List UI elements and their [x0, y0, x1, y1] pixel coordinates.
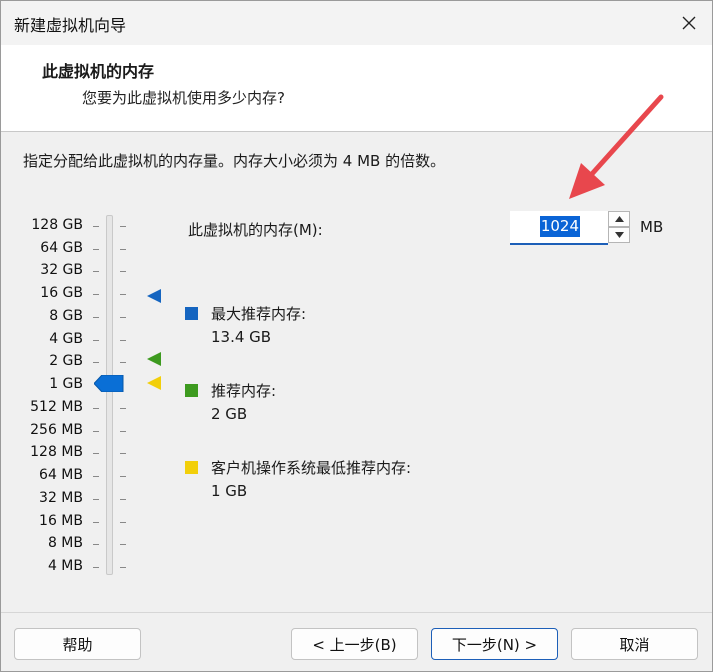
max-recommended-marker-icon [147, 289, 161, 303]
tick [120, 408, 126, 409]
new-vm-wizard-window: 新建虚拟机向导 此虚拟机的内存 您要为此虚拟机使用多少内存? 指定分配给此虚拟机… [0, 0, 713, 672]
title-bar: 新建虚拟机向导 [1, 1, 712, 45]
tick [93, 362, 99, 363]
scale-label: 8 GB [49, 308, 83, 324]
chevron-down-icon [614, 232, 624, 238]
page-subtitle: 您要为此虚拟机使用多少内存? [82, 89, 285, 107]
scale-label: 4 GB [49, 331, 83, 347]
tick [120, 226, 126, 227]
chevron-up-icon [614, 216, 624, 222]
spin-up-button[interactable] [608, 211, 630, 227]
memory-label: 此虚拟机的内存(M): [188, 221, 323, 239]
close-icon [682, 16, 696, 30]
window-title: 新建虚拟机向导 [14, 16, 127, 35]
tick [93, 271, 99, 272]
tick [93, 499, 99, 500]
recommended-swatch [185, 384, 198, 397]
scale-label: 32 GB [40, 262, 83, 278]
scale-label: 128 MB [30, 444, 83, 460]
max-recommended-value: 13.4 GB [211, 328, 272, 346]
help-button[interactable]: 帮助 [14, 628, 141, 660]
tick [120, 294, 126, 295]
tick [120, 544, 126, 545]
memory-unit: MB [640, 218, 664, 236]
tick [93, 453, 99, 454]
tick [120, 476, 126, 477]
scale-label: 8 MB [47, 535, 83, 551]
max-recommended-swatch [185, 307, 198, 320]
tick [93, 317, 99, 318]
scale-label: 64 MB [39, 467, 83, 483]
page-title: 此虚拟机的内存 [42, 62, 155, 81]
tick [93, 476, 99, 477]
memory-spinbox: 1024 [510, 211, 632, 245]
tick [93, 226, 99, 227]
footer-divider [1, 612, 712, 613]
tick [120, 362, 126, 363]
tick [93, 408, 99, 409]
minimum-recommended-label: 客户机操作系统最低推荐内存: [211, 459, 412, 477]
recommended-label: 推荐内存: [211, 382, 277, 400]
next-button[interactable]: 下一步(N) > [431, 628, 558, 660]
tick [120, 522, 126, 523]
scale-label: 16 MB [39, 513, 83, 529]
tick [120, 317, 126, 318]
tick [93, 567, 99, 568]
tick [120, 249, 126, 250]
close-button[interactable] [666, 1, 712, 45]
tick [120, 431, 126, 432]
recommended-value: 2 GB [211, 405, 248, 423]
tick [120, 499, 126, 500]
minimum-recommended-value: 1 GB [211, 482, 248, 500]
scale-label: 256 MB [30, 422, 83, 438]
scale-label: 64 GB [40, 240, 83, 256]
scale-label: 512 MB [30, 399, 83, 415]
tick [93, 544, 99, 545]
recommended-marker-icon [147, 352, 161, 366]
instruction-text: 指定分配给此虚拟机的内存量。内存大小必须为 4 MB 的倍数。 [23, 152, 446, 170]
memory-value: 1024 [539, 216, 580, 237]
tick [120, 453, 126, 454]
scale-label: 1 GB [49, 376, 83, 392]
tick [93, 294, 99, 295]
minimum-recommended-swatch [185, 461, 198, 474]
tick [93, 522, 99, 523]
tick [93, 249, 99, 250]
scale-label: 4 MB [47, 558, 83, 574]
memory-slider-thumb[interactable] [94, 375, 124, 392]
tick [120, 567, 126, 568]
max-recommended-label: 最大推荐内存: [211, 305, 307, 323]
tick [120, 340, 126, 341]
tick [93, 340, 99, 341]
scale-label: 128 GB [31, 217, 83, 233]
scale-label: 16 GB [40, 285, 83, 301]
cancel-button[interactable]: 取消 [571, 628, 698, 660]
memory-input[interactable]: 1024 [510, 211, 608, 245]
tick [93, 431, 99, 432]
annotation-arrow-icon [569, 94, 664, 199]
tick [120, 271, 126, 272]
scale-label: 2 GB [49, 353, 83, 369]
minimum-recommended-marker-icon [147, 376, 161, 390]
memory-slider-track[interactable] [106, 215, 113, 575]
back-button[interactable]: < 上一步(B) [291, 628, 418, 660]
scale-label: 32 MB [39, 490, 83, 506]
spin-down-button[interactable] [608, 227, 630, 243]
